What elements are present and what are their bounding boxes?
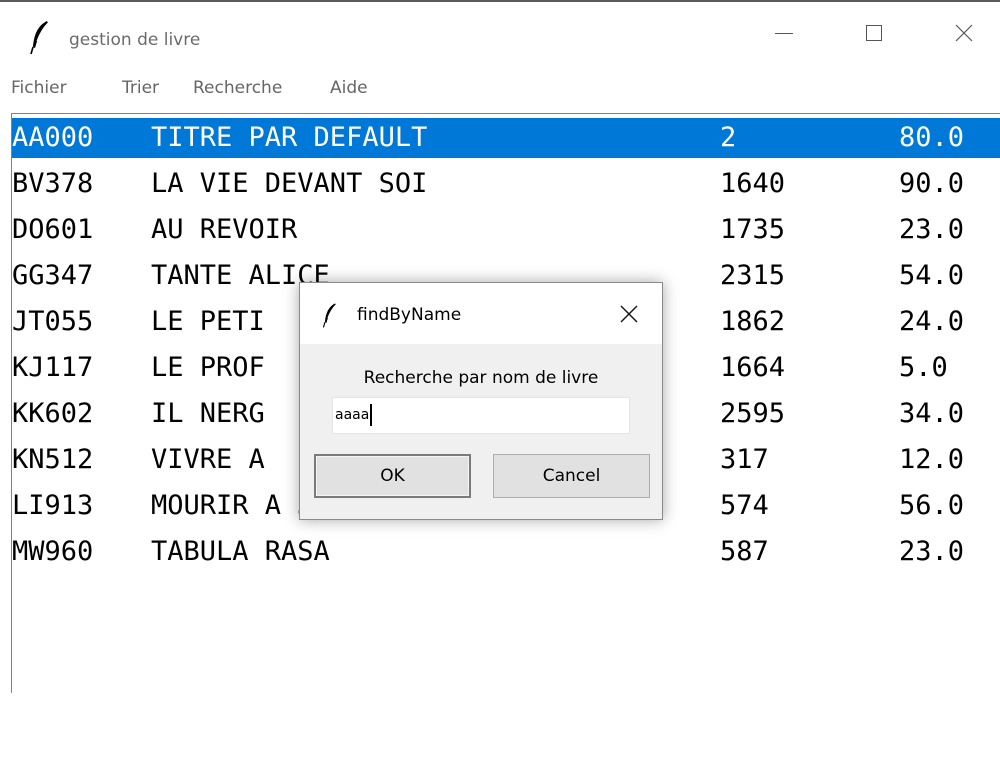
book-row[interactable]: DO601 AU REVOIR 1735 23.0	[12, 210, 1000, 250]
book-year: 2	[720, 122, 737, 153]
book-price: 23.0	[899, 536, 965, 567]
dialog-prompt: Recherche par nom de livre	[363, 368, 599, 388]
book-name-input[interactable]: aaaa	[332, 397, 630, 434]
book-price: 90.0	[899, 168, 965, 199]
book-title: VIVRE A	[151, 444, 265, 475]
book-title: LA VIE DEVANT SOI	[151, 168, 428, 199]
book-price: 34.0	[899, 398, 965, 429]
book-year: 2595	[720, 398, 786, 429]
close-icon	[620, 305, 638, 323]
minimize-icon	[775, 32, 793, 34]
title-bar: gestion de livre	[0, 0, 1000, 70]
dialog-close-button[interactable]	[612, 297, 646, 331]
cancel-button[interactable]: Cancel	[493, 454, 650, 498]
book-row[interactable]: BV378 LA VIE DEVANT SOI 1640 90.0	[12, 164, 1000, 204]
book-code: AA000	[12, 122, 94, 153]
book-year: 587	[720, 536, 769, 567]
input-value: aaaa	[335, 407, 370, 423]
book-code: MW960	[12, 536, 94, 567]
book-price: 80.0	[899, 122, 965, 153]
book-year: 1640	[720, 168, 786, 199]
book-code: KN512	[12, 444, 94, 475]
book-title: LE PROF	[151, 352, 265, 383]
book-code: JT055	[12, 306, 94, 337]
book-code: KJ117	[12, 352, 94, 383]
find-by-name-dialog: findByName Recherche par nom de livre aa…	[299, 282, 663, 520]
book-year: 317	[720, 444, 769, 475]
book-price: 56.0	[899, 490, 965, 521]
book-code: LI913	[12, 490, 94, 521]
dialog-title-bar: findByName	[300, 283, 662, 344]
close-button[interactable]	[942, 10, 986, 56]
book-title: LE PETI	[151, 306, 265, 337]
book-row[interactable]: AA000 TITRE PAR DEFAULT 2 80.0	[12, 118, 1000, 158]
window-top-border	[0, 0, 1000, 2]
book-year: 1862	[720, 306, 786, 337]
feather-icon	[322, 303, 337, 328]
text-caret	[370, 404, 373, 426]
book-year: 574	[720, 490, 769, 521]
book-price: 12.0	[899, 444, 965, 475]
maximize-button[interactable]	[852, 10, 896, 56]
feather-icon	[30, 21, 49, 55]
close-icon	[955, 24, 973, 42]
book-code: DO601	[12, 214, 94, 245]
menu-fichier[interactable]: Fichier	[11, 78, 67, 98]
maximize-icon	[866, 25, 882, 41]
menu-trier[interactable]: Trier	[122, 78, 159, 98]
book-price: 54.0	[899, 260, 965, 291]
book-row[interactable]: MW960 TABULA RASA 587 23.0	[12, 532, 1000, 572]
book-code: BV378	[12, 168, 94, 199]
book-title: TITRE PAR DEFAULT	[151, 122, 428, 153]
book-price: 5.0	[899, 352, 948, 383]
book-code: KK602	[12, 398, 94, 429]
book-year: 2315	[720, 260, 786, 291]
ok-button[interactable]: OK	[314, 454, 471, 498]
book-price: 24.0	[899, 306, 965, 337]
book-code: GG347	[12, 260, 94, 291]
menu-recherche[interactable]: Recherche	[193, 78, 282, 98]
menu-aide[interactable]: Aide	[330, 78, 368, 98]
minimize-button[interactable]	[762, 10, 806, 56]
book-year: 1735	[720, 214, 786, 245]
book-title: IL NERG	[151, 398, 265, 429]
dialog-title: findByName	[357, 305, 462, 325]
window-title: gestion de livre	[69, 30, 201, 50]
book-title: TABULA RASA	[151, 536, 330, 567]
book-title: AU REVOIR	[151, 214, 298, 245]
book-price: 23.0	[899, 214, 965, 245]
book-year: 1664	[720, 352, 786, 383]
